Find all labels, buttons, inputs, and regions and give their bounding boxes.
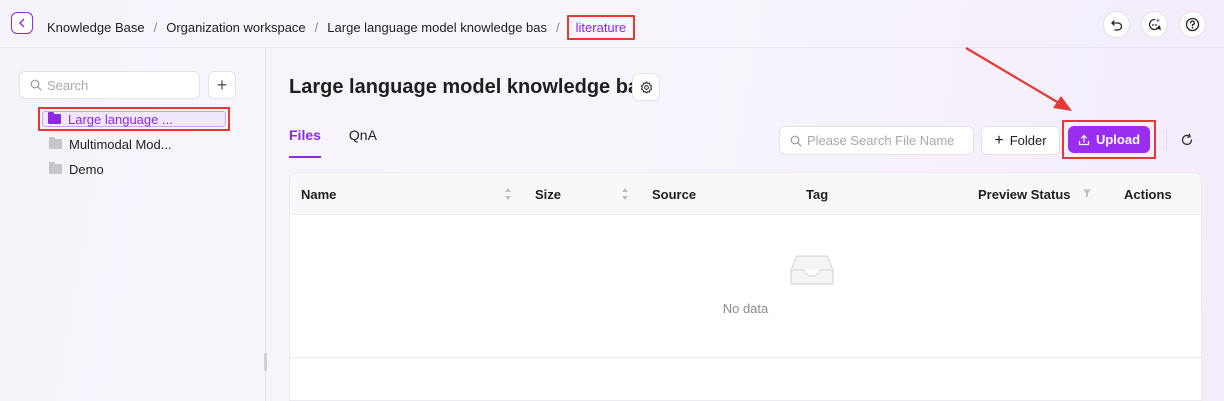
content-tabs: Files QnA: [289, 127, 377, 158]
folder-button-label: Folder: [1009, 133, 1047, 148]
sort-icon[interactable]: [504, 187, 512, 201]
tree-item-multimodal[interactable]: Multimodal Mod...: [38, 132, 230, 156]
column-header-tag: Tag: [806, 187, 829, 202]
sort-icon[interactable]: [621, 187, 629, 201]
tree-item-label: Demo: [69, 161, 104, 177]
folder-icon: [48, 112, 61, 124]
column-header-size[interactable]: Size: [535, 187, 561, 202]
tab-files[interactable]: Files: [289, 127, 321, 158]
help-icon: [1185, 17, 1200, 32]
sidebar: Search + Large language ... Multimodal M…: [0, 48, 267, 401]
top-actions: [1103, 11, 1206, 38]
knowledge-base-tree: Large language ... Multimodal Mod... Dem…: [38, 107, 230, 182]
inbox-icon: [790, 255, 834, 285]
breadcrumb: Knowledge Base / Organization workspace …: [47, 15, 636, 40]
breadcrumb-item-workspace[interactable]: Organization workspace: [166, 20, 305, 35]
ai-chat-button[interactable]: [1141, 11, 1168, 38]
chevron-left-icon: [19, 18, 25, 28]
filter-icon[interactable]: [1082, 188, 1092, 198]
upload-button[interactable]: Upload: [1068, 126, 1150, 153]
undo-button[interactable]: [1103, 11, 1130, 38]
sidebar-search-input[interactable]: Search: [19, 71, 200, 99]
knowledge-base-settings-button[interactable]: [632, 73, 660, 101]
empty-state: No data: [290, 215, 1201, 358]
tree-item-label: Multimodal Mod...: [69, 136, 172, 152]
column-header-preview-status: Preview Status: [978, 187, 1071, 202]
refresh-icon: [1181, 133, 1193, 146]
plus-icon: +: [994, 131, 1004, 149]
search-icon: [30, 79, 42, 91]
search-icon: [790, 135, 802, 147]
main-content: Large language model knowledge bas Files…: [267, 48, 1224, 401]
file-search-input[interactable]: Please Search File Name: [779, 126, 974, 155]
upload-icon: [1078, 134, 1090, 145]
plus-icon: +: [216, 74, 228, 95]
column-header-name[interactable]: Name: [301, 187, 336, 202]
breadcrumb-item-knowledge-base[interactable]: Knowledge Base: [47, 20, 145, 35]
refresh-button[interactable]: [1179, 132, 1195, 148]
undo-icon: [1110, 19, 1122, 31]
breadcrumb-item-knowledge-base-name[interactable]: Large language model knowledge bas: [327, 20, 547, 35]
tree-item-label: Large language ...: [68, 111, 173, 127]
add-knowledge-base-button[interactable]: +: [208, 71, 236, 99]
upload-button-label: Upload: [1095, 132, 1141, 147]
empty-state-text: No data: [722, 301, 769, 316]
gear-icon: [640, 80, 652, 94]
breadcrumb-current: literature: [566, 15, 636, 40]
tree-item-demo[interactable]: Demo: [38, 157, 230, 181]
table-header: Name Size Source Tag Preview Status Acti…: [290, 173, 1201, 215]
column-header-actions: Actions: [1124, 187, 1172, 202]
file-search-placeholder: Please Search File Name: [807, 133, 955, 148]
tree-item-large-language[interactable]: Large language ...: [38, 107, 230, 131]
toolbar-divider: [1166, 130, 1167, 150]
column-header-source: Source: [652, 187, 697, 202]
files-table: Name Size Source Tag Preview Status Acti…: [289, 172, 1202, 401]
back-button[interactable]: [11, 12, 33, 34]
new-folder-button[interactable]: + Folder: [981, 126, 1060, 155]
breadcrumb-separator: /: [556, 20, 560, 35]
help-button[interactable]: [1179, 11, 1206, 38]
upload-highlight: Upload: [1062, 120, 1156, 159]
folder-icon: [49, 137, 62, 149]
breadcrumb-separator: /: [314, 20, 319, 35]
folder-icon: [49, 162, 62, 174]
sidebar-search-placeholder: Search: [47, 77, 89, 93]
tab-qna[interactable]: QnA: [349, 127, 377, 158]
top-bar: Knowledge Base / Organization workspace …: [0, 0, 1224, 48]
sparkle-chat-icon: [1148, 18, 1161, 31]
page-title: Large language model knowledge bas: [289, 76, 651, 98]
breadcrumb-separator: /: [153, 20, 158, 35]
